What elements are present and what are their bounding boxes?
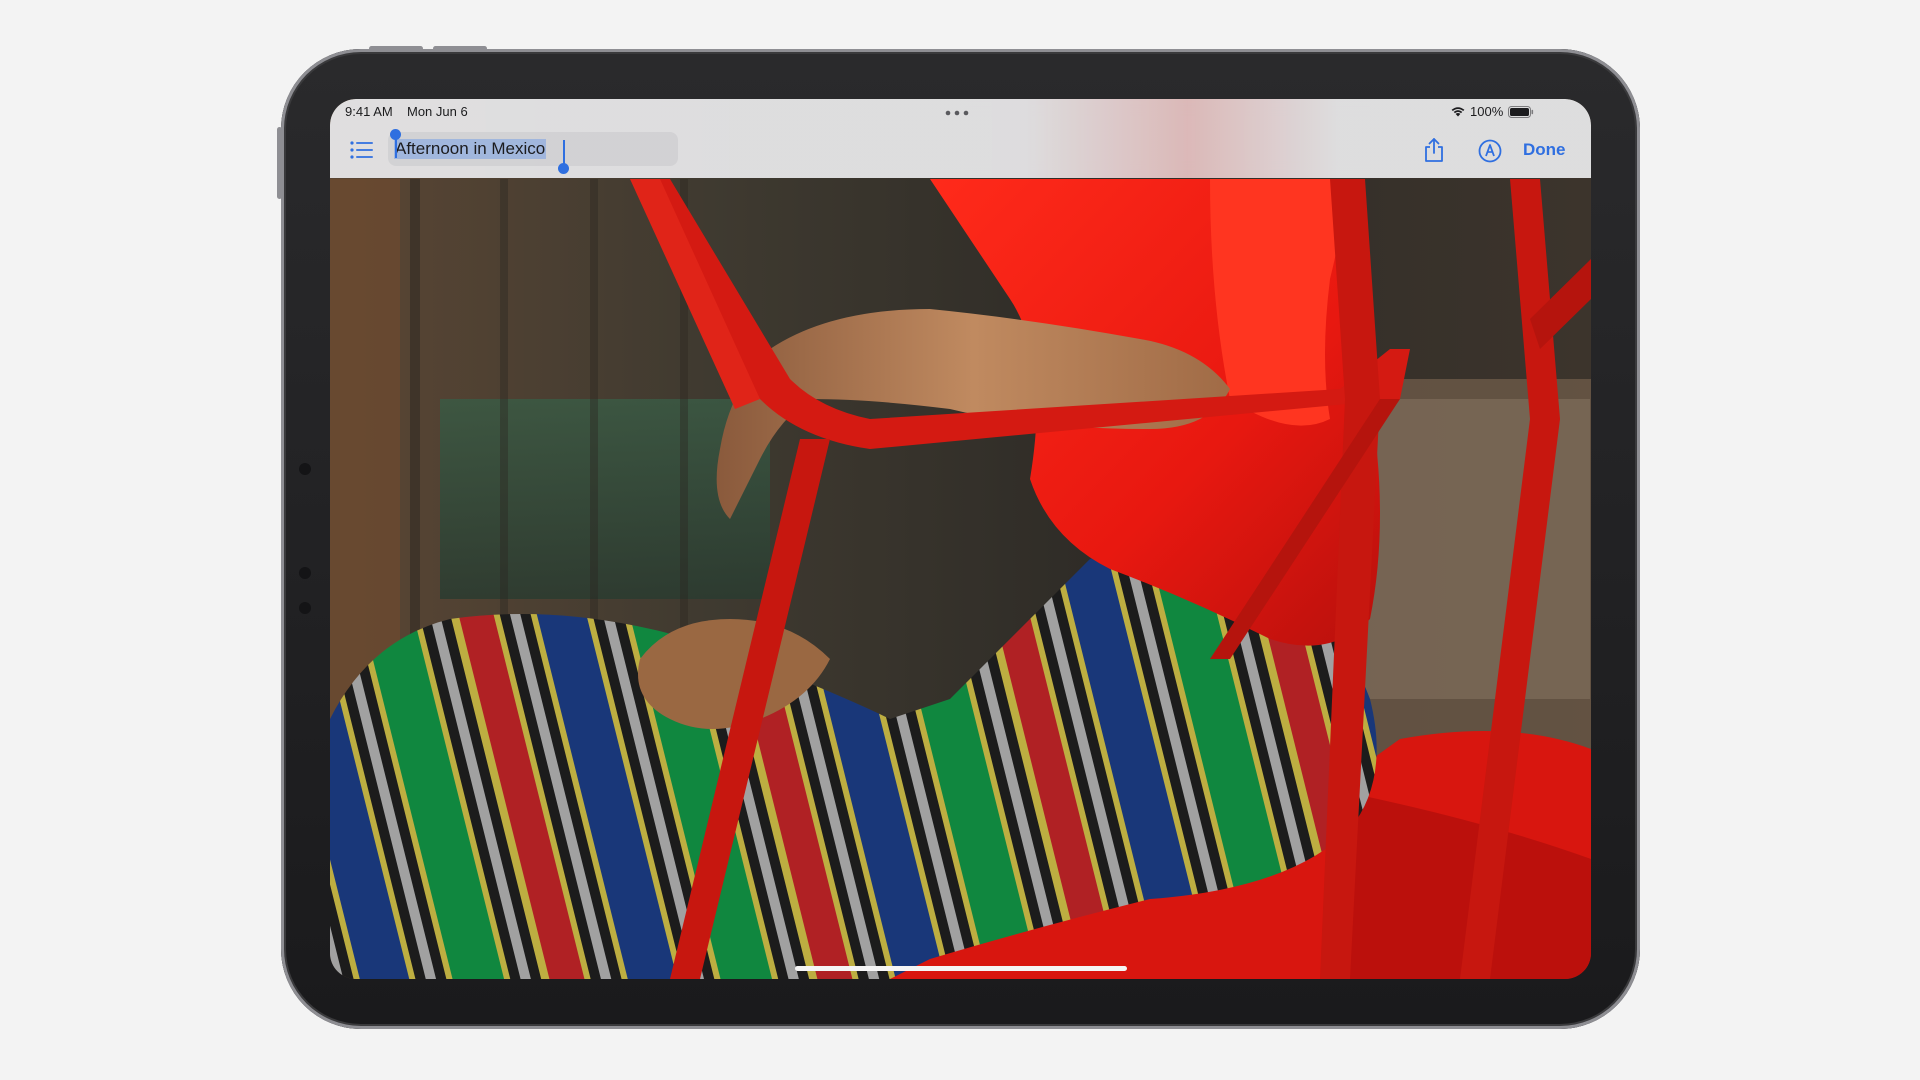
done-button[interactable]: Done	[1523, 140, 1566, 160]
selection-handle-start-stem	[394, 136, 397, 158]
ipad-device: 9:41 AM Mon Jun 6 100% Afternoon in Mexi…	[277, 46, 1640, 1029]
battery-icon	[1508, 106, 1534, 118]
top-button	[277, 127, 282, 199]
stage: 9:41 AM Mon Jun 6 100% Afternoon in Mexi…	[0, 0, 1920, 1080]
status-date: Mon Jun 6	[407, 104, 468, 119]
volume-up-button	[369, 46, 423, 51]
list-icon[interactable]	[350, 141, 374, 159]
wifi-icon	[1451, 107, 1465, 117]
title-text[interactable]: Afternoon in Mexico	[394, 139, 547, 159]
camera-lens	[299, 567, 311, 579]
photo	[330, 99, 1591, 979]
share-icon[interactable]	[1423, 137, 1445, 163]
selection-handle-end-stem	[562, 140, 565, 164]
camera-lens	[299, 463, 311, 475]
title-field[interactable]: Afternoon in Mexico	[388, 129, 678, 174]
markup-pen-icon[interactable]	[1478, 139, 1502, 163]
camera-lens	[299, 602, 311, 614]
screen: 9:41 AM Mon Jun 6 100% Afternoon in Mexi…	[330, 99, 1591, 979]
volume-down-button	[433, 46, 487, 51]
toolbar: 9:41 AM Mon Jun 6 100% Afternoon in Mexi…	[330, 99, 1591, 178]
more-dots-icon[interactable]	[945, 110, 969, 116]
battery-percent: 100%	[1470, 104, 1504, 119]
status-time: 9:41 AM	[345, 104, 393, 119]
selection-handle-end[interactable]	[558, 163, 569, 174]
home-indicator[interactable]	[795, 966, 1127, 971]
